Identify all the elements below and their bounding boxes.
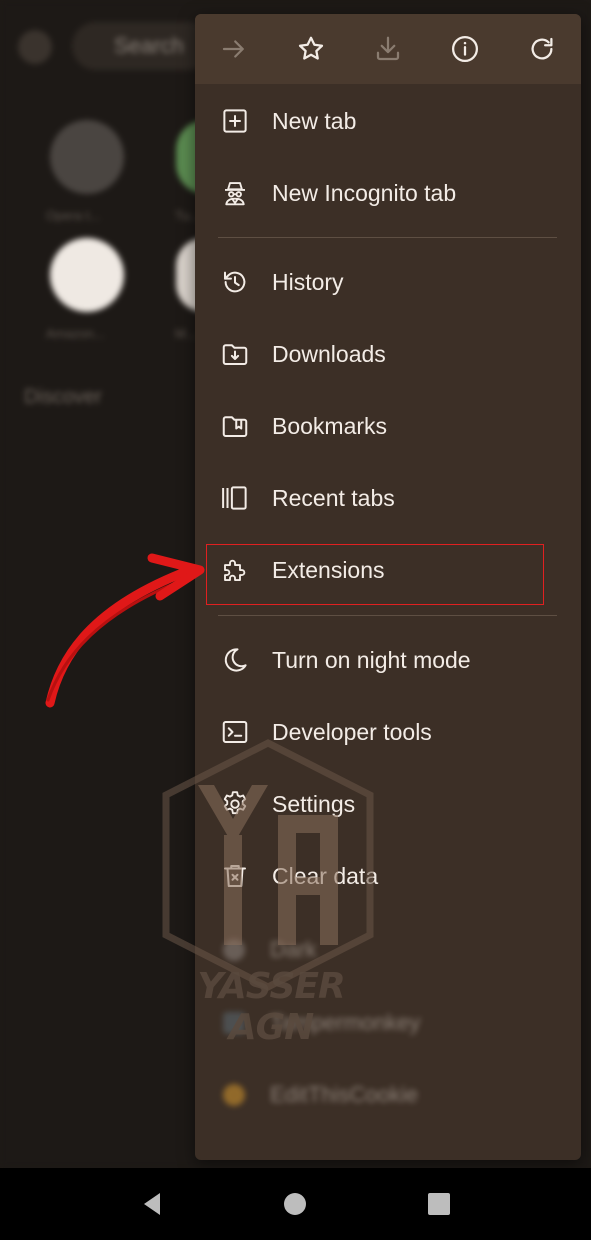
search-input: Search [72, 22, 212, 70]
recent-tabs-icon [219, 482, 251, 514]
overview-icon[interactable] [419, 1184, 459, 1224]
menu-item-label: Developer tools [272, 718, 432, 745]
menu-item-label: Recent tabs [272, 484, 395, 511]
menu-item-label: New Incognito tab [272, 179, 457, 206]
back-icon[interactable] [132, 1184, 172, 1224]
extension-icon [223, 939, 245, 961]
watermark-text: YASSER AGN [197, 966, 345, 1048]
home-icon [18, 30, 52, 64]
shortcut-tile [50, 238, 124, 312]
red-arrow-annotation [45, 553, 205, 708]
shortcut-label: Amazon... [46, 326, 105, 341]
info-icon[interactable] [448, 32, 482, 66]
menu-item-developer-tools[interactable]: Developer tools [195, 700, 581, 764]
moon-icon [219, 644, 251, 676]
gear-icon [219, 788, 251, 820]
terminal-icon [219, 716, 251, 748]
refresh-icon[interactable] [525, 32, 559, 66]
bookmarks-icon [219, 410, 251, 442]
menu-item-label: Bookmarks [272, 412, 388, 439]
star-icon[interactable] [294, 32, 328, 66]
menu-item-bookmarks[interactable]: Bookmarks [195, 394, 581, 458]
home-icon[interactable] [275, 1184, 315, 1224]
system-navigation-bar [0, 1168, 591, 1240]
incognito-icon [219, 177, 251, 209]
discover-label: Discover [24, 386, 102, 408]
menu-item-settings[interactable]: Settings [195, 772, 581, 836]
download-icon[interactable] [371, 32, 405, 66]
menu-item-label: History [272, 268, 344, 295]
menu-item-clear-data[interactable]: Clear data [195, 844, 581, 908]
menu-item-label: Clear data [272, 862, 379, 889]
extension-item[interactable]: EditThisCookie [195, 1064, 581, 1124]
menu-item-history[interactable]: History [195, 250, 581, 314]
shortcut-label: Opera t... [46, 208, 101, 223]
menu-item-label: Downloads [272, 340, 386, 367]
shortcut-label: M... [175, 326, 197, 341]
downloads-icon [219, 338, 251, 370]
menu-item-new-tab[interactable]: New tab [195, 89, 581, 153]
new-tab-icon [219, 105, 251, 137]
history-icon [219, 266, 251, 298]
menu-item-recent-tabs[interactable]: Recent tabs [195, 466, 581, 530]
extensions-highlight-box [206, 544, 544, 605]
shortcut-tile [50, 120, 124, 194]
extension-icon [223, 1084, 245, 1106]
menu-item-downloads[interactable]: Downloads [195, 322, 581, 386]
forward-icon[interactable] [217, 32, 251, 66]
menu-item-night-mode[interactable]: Turn on night mode [195, 628, 581, 692]
menu-item-label: New tab [272, 107, 357, 134]
menu-toolbar [195, 14, 581, 84]
menu-item-new-incognito-tab[interactable]: New Incognito tab [195, 161, 581, 225]
menu-divider [218, 615, 557, 616]
menu-item-label: Turn on night mode [272, 646, 471, 673]
menu-divider [218, 237, 557, 238]
extension-label: EditThisCookie [270, 1082, 418, 1107]
trash-icon [219, 860, 251, 892]
extension-label: Dark [270, 937, 317, 962]
menu-item-label: Settings [272, 790, 356, 817]
